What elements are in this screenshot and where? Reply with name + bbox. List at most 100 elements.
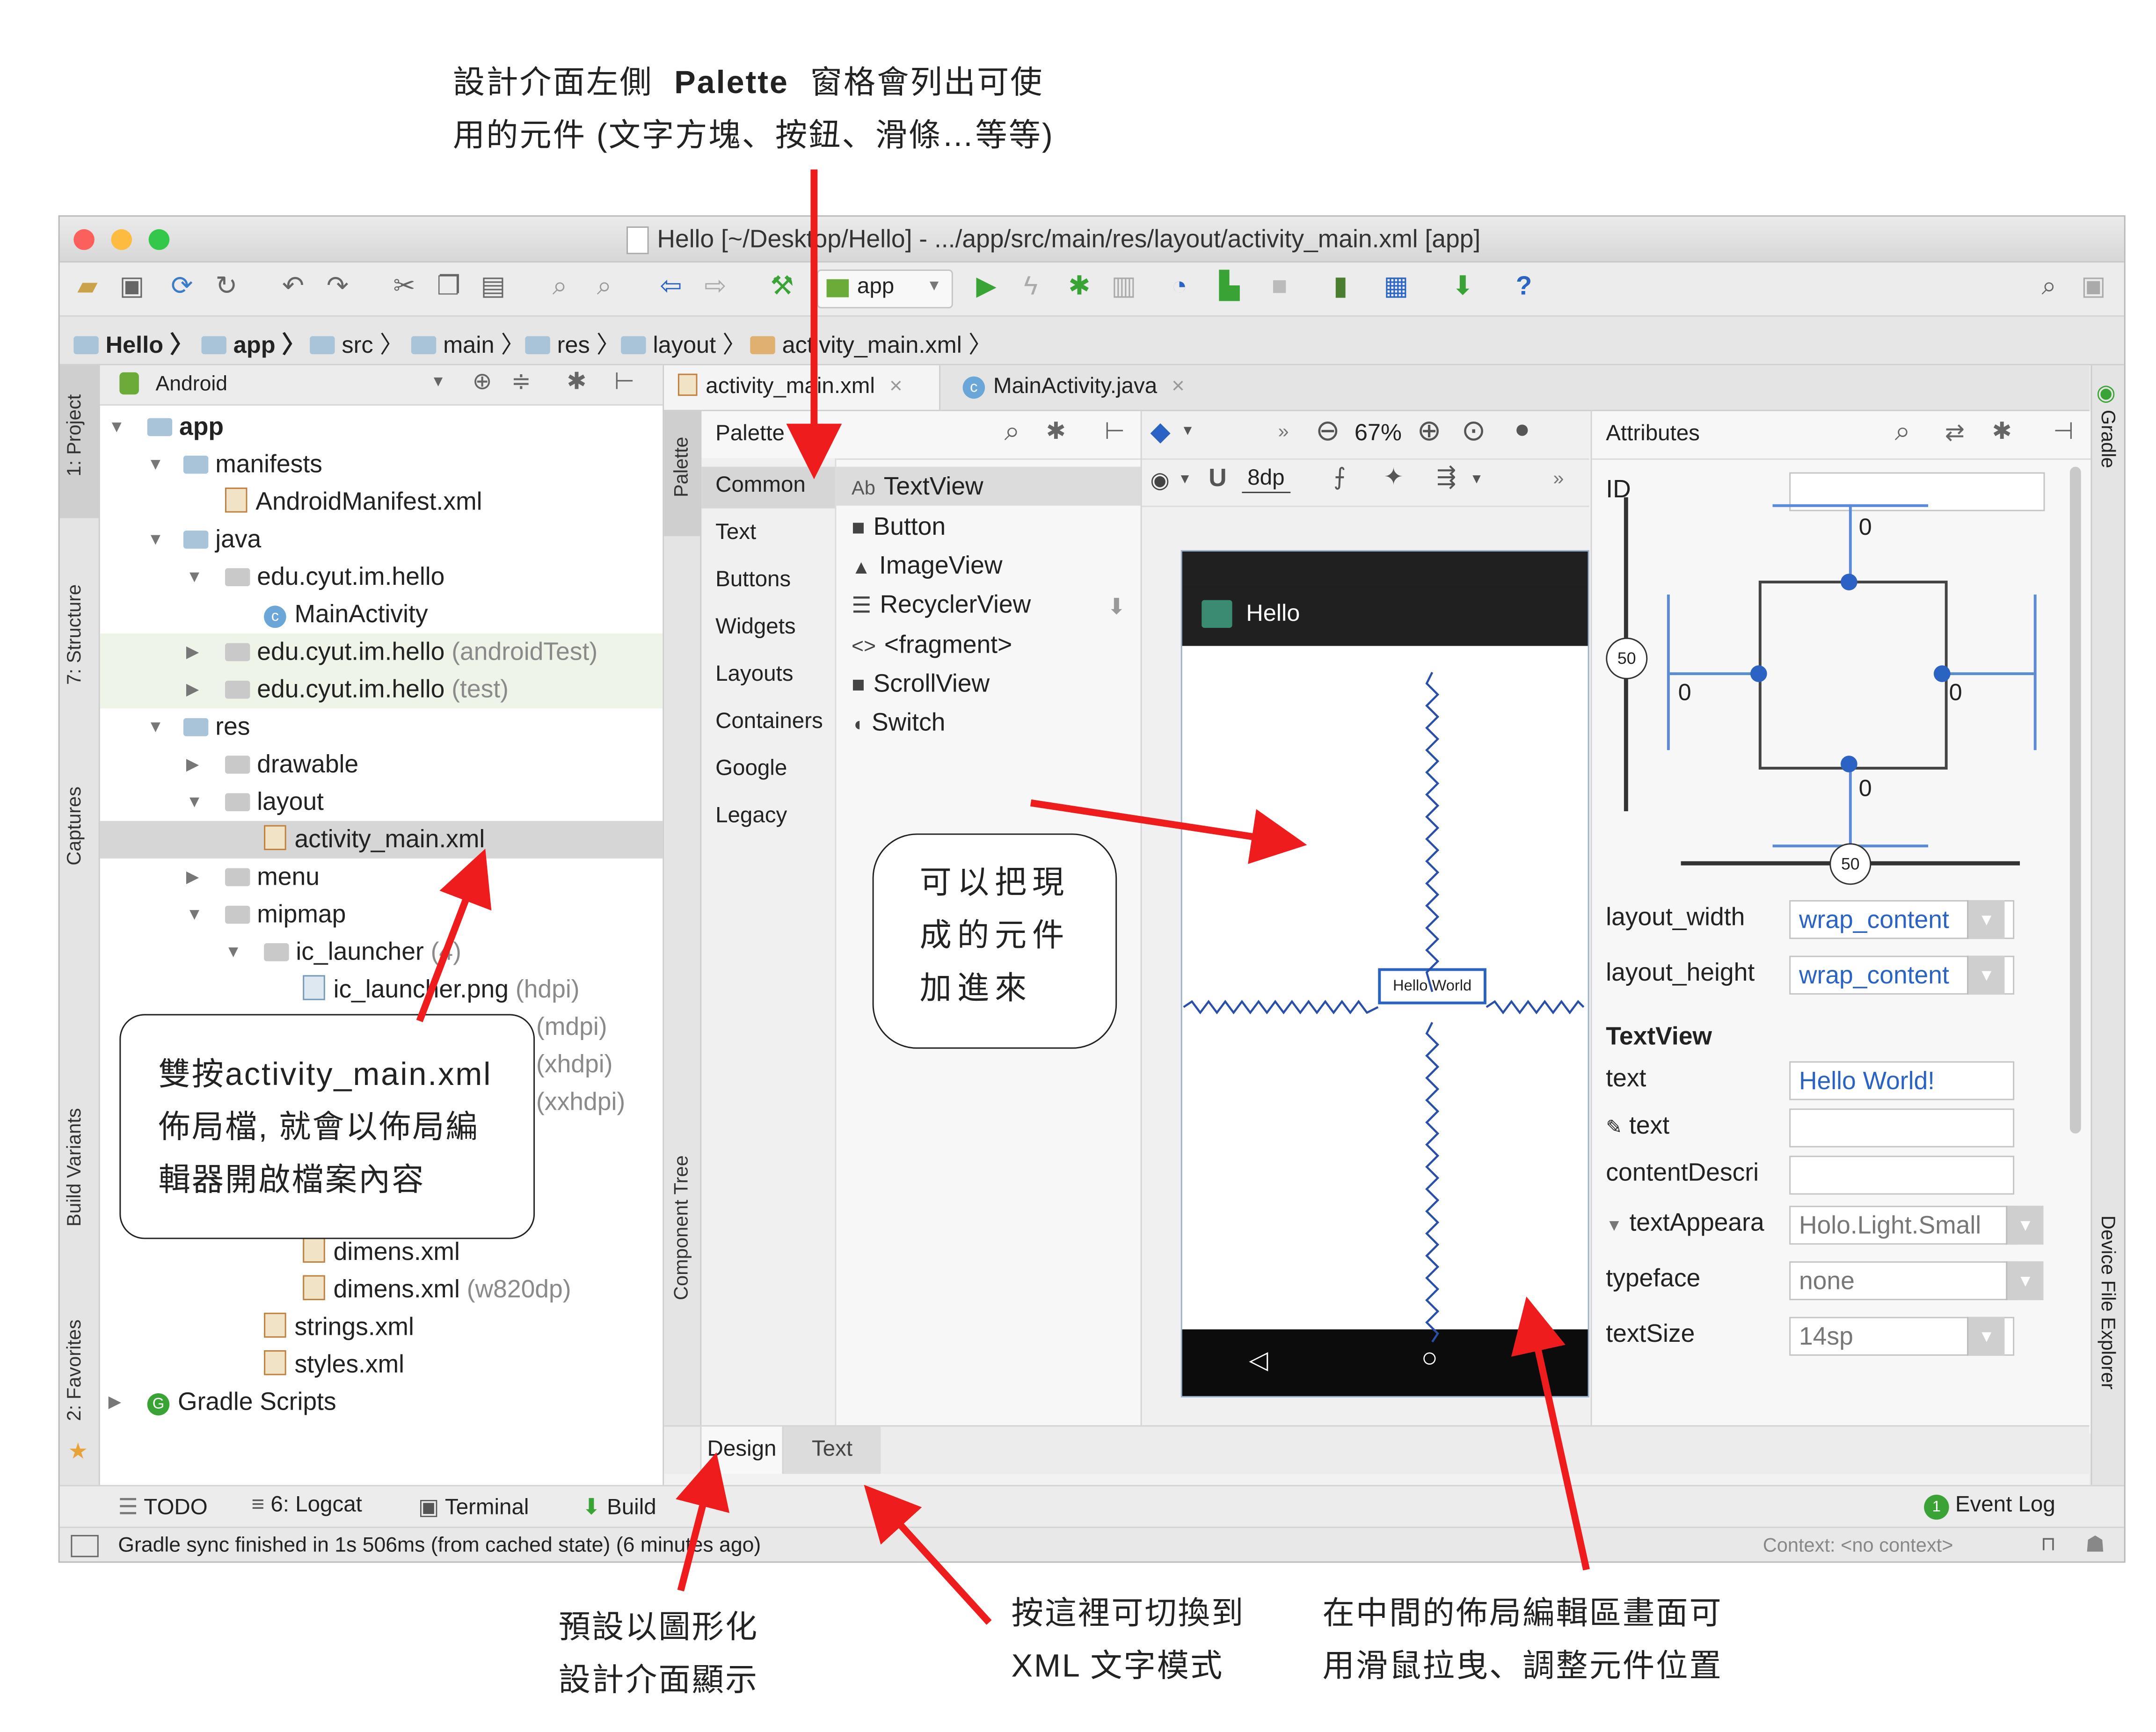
collapse-all-icon[interactable]: ≑ bbox=[511, 368, 531, 396]
component-tree-tool-tab[interactable]: Component Tree bbox=[670, 1155, 692, 1300]
tree-manifests[interactable]: ▼ manifests bbox=[100, 446, 663, 483]
gradle-tool-tab[interactable]: Gradle bbox=[2098, 410, 2120, 468]
chevron-down-icon[interactable]: ▼ bbox=[1181, 424, 1195, 439]
gear-icon[interactable]: ✱ bbox=[567, 368, 586, 396]
tree-gradle-scripts[interactable]: ▶ G Gradle Scripts bbox=[100, 1383, 663, 1421]
chevron-down-icon[interactable]: ▼ bbox=[1470, 472, 1483, 488]
build-variants-tool-tab[interactable]: Build Variants bbox=[63, 1108, 85, 1226]
profile-icon[interactable]: ◔ bbox=[1163, 271, 1196, 304]
overflow-icon[interactable]: » bbox=[1278, 420, 1289, 442]
attach-debugger-icon[interactable]: ▥ bbox=[1107, 271, 1140, 304]
lock-icon[interactable]: ⊓ bbox=[2041, 1532, 2056, 1556]
margin-right-value[interactable]: 0 bbox=[1949, 679, 1962, 707]
tree-strings[interactable]: strings.xml bbox=[100, 1309, 663, 1346]
back-icon[interactable]: ⇦ bbox=[654, 271, 687, 304]
run-icon[interactable]: ▶ bbox=[969, 271, 1003, 304]
tree-menu[interactable]: ▶ menu bbox=[100, 859, 663, 896]
tree-package-androidtest[interactable]: ▶ edu.cyut.im.hello (androidTest) bbox=[100, 633, 663, 671]
chevron-down-icon[interactable]: ▼ bbox=[1967, 900, 2005, 939]
tree-package-test[interactable]: ▶ edu.cyut.im.hello (test) bbox=[100, 671, 663, 709]
hide-panel-icon[interactable]: ⊢ bbox=[1104, 418, 1125, 446]
paste-icon[interactable]: ▤ bbox=[476, 271, 510, 304]
breadcrumb-app[interactable]: app 〉 bbox=[201, 325, 306, 360]
zoom-in-icon[interactable]: ⊕ bbox=[1417, 414, 1441, 449]
terminal-tab[interactable]: ▣ Terminal bbox=[418, 1493, 529, 1521]
help-icon[interactable]: ? bbox=[1507, 271, 1540, 304]
tree-res[interactable]: ▼ res bbox=[100, 708, 663, 746]
search-icon[interactable]: ⌕ bbox=[2032, 271, 2066, 304]
tree-styles[interactable]: styles.xml bbox=[100, 1346, 663, 1383]
palette-item-imageview[interactable]: ▲ ImageView bbox=[852, 552, 1002, 581]
tree-activity-main[interactable]: activity_main.xml bbox=[100, 821, 663, 859]
zoom-out-icon[interactable]: ⊖ bbox=[1316, 414, 1340, 449]
vertical-bias-knob[interactable]: 50 bbox=[1606, 637, 1648, 679]
breadcrumb-hello[interactable]: Hello 〉 bbox=[73, 325, 194, 360]
stop-icon[interactable]: ■ bbox=[1263, 271, 1296, 304]
zoom-window-button[interactable] bbox=[148, 229, 170, 250]
category-layouts[interactable]: Layouts bbox=[715, 662, 793, 687]
hello-world-textview[interactable]: Hello World bbox=[1378, 968, 1486, 1004]
build-tab[interactable]: ⬇ Build bbox=[582, 1493, 656, 1521]
user-icon[interactable]: ▣ bbox=[2077, 271, 2110, 304]
avd-manager-icon[interactable]: ▮ bbox=[1324, 271, 1357, 304]
tools-text-input[interactable] bbox=[1789, 1108, 2015, 1148]
redo-icon[interactable]: ↷ bbox=[321, 271, 354, 304]
horizontal-bias-knob[interactable]: 50 bbox=[1829, 843, 1872, 885]
infer-constraints-icon[interactable]: ✦ bbox=[1384, 464, 1403, 492]
event-log-tab[interactable]: 1 Event Log bbox=[1924, 1493, 2055, 1520]
breadcrumb-src[interactable]: src 〉 bbox=[310, 325, 403, 360]
cut-icon[interactable]: ✂ bbox=[387, 271, 421, 304]
constraint-right-handle[interactable] bbox=[1933, 665, 1951, 682]
margin-top-value[interactable]: 0 bbox=[1859, 514, 1872, 542]
margin-left-value[interactable]: 0 bbox=[1678, 679, 1691, 707]
sdk-manager-icon[interactable]: ⬇ bbox=[1446, 271, 1479, 304]
overflow-icon[interactable]: » bbox=[1553, 467, 1564, 489]
category-legacy[interactable]: Legacy bbox=[715, 804, 787, 829]
chevron-down-icon[interactable]: ▼ bbox=[1967, 1317, 2005, 1356]
project-view-select[interactable]: Android bbox=[156, 372, 228, 396]
magnet-icon[interactable]: U bbox=[1209, 464, 1227, 493]
chevron-down-icon[interactable]: ▼ bbox=[1178, 472, 1192, 488]
text-appearance-select[interactable]: Holo.Light.Small bbox=[1789, 1206, 2018, 1245]
logcat-tab[interactable]: ≡ 6: Logcat bbox=[251, 1493, 362, 1518]
hide-panel-icon[interactable]: ⊢ bbox=[614, 368, 634, 396]
palette-item-recyclerview[interactable]: ☰ RecyclerView bbox=[852, 590, 1031, 619]
refresh-icon[interactable]: ↻ bbox=[210, 271, 243, 304]
palette-item-scrollview[interactable]: ■ ScrollView bbox=[852, 670, 990, 699]
warning-icon[interactable]: ● bbox=[1514, 415, 1530, 446]
close-window-button[interactable] bbox=[73, 229, 95, 250]
category-buttons[interactable]: Buttons bbox=[715, 568, 791, 593]
hide-panel-icon[interactable]: ⊣ bbox=[2053, 418, 2074, 446]
swap-view-icon[interactable]: ⇄ bbox=[1945, 420, 1965, 447]
tree-manifest-file[interactable]: AndroidManifest.xml bbox=[100, 483, 663, 521]
undo-icon[interactable]: ↶ bbox=[277, 271, 310, 304]
category-google[interactable]: Google bbox=[715, 757, 787, 782]
tree-dimens-w820[interactable]: dimens.xml (w820dp) bbox=[100, 1271, 663, 1309]
clear-constraints-icon[interactable]: ⨍ bbox=[1333, 464, 1346, 492]
text-input[interactable]: Hello World! bbox=[1789, 1061, 2015, 1100]
tree-ic-png[interactable]: ic_launcher.png (hdpi) bbox=[100, 971, 663, 1008]
typeface-select[interactable]: none bbox=[1789, 1261, 2018, 1301]
chevron-down-icon[interactable]: ▼ bbox=[1606, 1215, 1622, 1235]
tab-activity-main[interactable]: activity_main.xml × bbox=[664, 365, 941, 410]
open-folder-icon[interactable]: ▰ bbox=[71, 271, 104, 304]
tree-mipmap[interactable]: ▼ mipmap bbox=[100, 896, 663, 933]
default-margin[interactable]: 8dp bbox=[1242, 467, 1290, 494]
database-icon[interactable]: ☗ bbox=[2085, 1531, 2105, 1558]
run-config-select[interactable]: app ▼ bbox=[816, 269, 953, 309]
tree-dimens[interactable]: dimens.xml bbox=[100, 1234, 663, 1271]
category-common[interactable]: Common bbox=[715, 473, 806, 498]
scroll-from-source-icon[interactable]: ⊕ bbox=[472, 368, 492, 396]
tree-main-activity[interactable]: c MainActivity bbox=[100, 596, 663, 633]
chevron-down-icon[interactable]: ▼ bbox=[2006, 1206, 2044, 1245]
project-tool-tab[interactable]: 1: Project bbox=[63, 394, 85, 477]
toggle-tool-windows-icon[interactable] bbox=[71, 1535, 99, 1557]
tab-main-activity[interactable]: c MainActivity.java × bbox=[949, 365, 1199, 410]
chevron-down-icon[interactable]: ▼ bbox=[2006, 1261, 2044, 1301]
zoom-fit-icon[interactable]: ⊙ bbox=[1461, 414, 1486, 449]
replace-icon[interactable]: ⌕ bbox=[588, 271, 621, 304]
category-widgets[interactable]: Widgets bbox=[715, 615, 796, 640]
tree-ic-launcher[interactable]: ▼ ic_launcher (4) bbox=[100, 933, 663, 971]
minimize-window-button[interactable] bbox=[111, 229, 132, 250]
sync-icon[interactable]: ⟳ bbox=[165, 271, 198, 304]
